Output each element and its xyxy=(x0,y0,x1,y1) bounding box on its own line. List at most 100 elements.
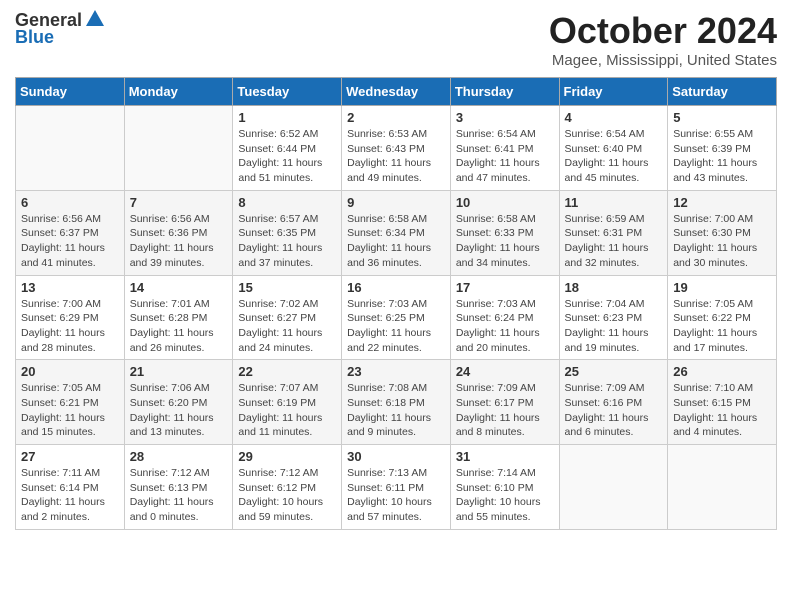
calendar-cell xyxy=(16,106,125,191)
day-number: 23 xyxy=(347,364,445,379)
day-info: Sunrise: 6:52 AMSunset: 6:44 PMDaylight:… xyxy=(238,127,336,186)
calendar-cell: 16 Sunrise: 7:03 AMSunset: 6:25 PMDayligh… xyxy=(342,275,451,360)
day-info: Sunrise: 6:55 AMSunset: 6:39 PMDaylight:… xyxy=(673,127,771,186)
day-info: Sunrise: 7:07 AMSunset: 6:19 PMDaylight:… xyxy=(238,381,336,440)
col-wednesday: Wednesday xyxy=(342,78,451,106)
day-info: Sunrise: 6:53 AMSunset: 6:43 PMDaylight:… xyxy=(347,127,445,186)
col-tuesday: Tuesday xyxy=(233,78,342,106)
day-number: 9 xyxy=(347,195,445,210)
calendar-cell: 30 Sunrise: 7:13 AMSunset: 6:11 PMDayligh… xyxy=(342,445,451,530)
calendar-table: Sunday Monday Tuesday Wednesday Thursday… xyxy=(15,77,777,530)
day-number: 12 xyxy=(673,195,771,210)
day-info: Sunrise: 7:04 AMSunset: 6:23 PMDaylight:… xyxy=(565,297,663,356)
day-number: 20 xyxy=(21,364,119,379)
calendar-cell: 20Sunrise: 7:05 AMSunset: 6:21 PMDayligh… xyxy=(16,360,125,445)
page-header: General Blue October 2024 Magee, Mississ… xyxy=(15,10,777,69)
calendar-week-5: 27 Sunrise: 7:11 AMSunset: 6:14 PMDayligh… xyxy=(16,445,777,530)
calendar-week-2: 6 Sunrise: 6:56 AMSunset: 6:37 PMDaylight… xyxy=(16,190,777,275)
day-number: 18 xyxy=(565,280,663,295)
calendar-cell: 17 Sunrise: 7:03 AMSunset: 6:24 PMDayligh… xyxy=(450,275,559,360)
calendar-cell: 19Sunrise: 7:05 AMSunset: 6:22 PMDayligh… xyxy=(668,275,777,360)
calendar-cell: 6 Sunrise: 6:56 AMSunset: 6:37 PMDaylight… xyxy=(16,190,125,275)
day-info: Sunrise: 7:09 AMSunset: 6:17 PMDaylight:… xyxy=(456,381,554,440)
day-number: 16 xyxy=(347,280,445,295)
day-info: Sunrise: 7:14 AMSunset: 6:10 PMDaylight:… xyxy=(456,466,554,525)
calendar-cell: 14 Sunrise: 7:01 AMSunset: 6:28 PMDayligh… xyxy=(124,275,233,360)
day-info: Sunrise: 7:08 AMSunset: 6:18 PMDaylight:… xyxy=(347,381,445,440)
day-number: 24 xyxy=(456,364,554,379)
day-number: 5 xyxy=(673,110,771,125)
calendar-cell: 15 Sunrise: 7:02 AMSunset: 6:27 PMDayligh… xyxy=(233,275,342,360)
calendar-cell: 2Sunrise: 6:53 AMSunset: 6:43 PMDaylight… xyxy=(342,106,451,191)
calendar-cell: 26 Sunrise: 7:10 AMSunset: 6:15 PMDayligh… xyxy=(668,360,777,445)
calendar-cell: 7 Sunrise: 6:56 AMSunset: 6:36 PMDaylight… xyxy=(124,190,233,275)
day-number: 1 xyxy=(238,110,336,125)
day-info: Sunrise: 6:58 AMSunset: 6:34 PMDaylight:… xyxy=(347,212,445,271)
calendar-cell: 3 Sunrise: 6:54 AMSunset: 6:41 PMDaylight… xyxy=(450,106,559,191)
day-number: 7 xyxy=(130,195,228,210)
calendar-cell: 29 Sunrise: 7:12 AMSunset: 6:12 PMDayligh… xyxy=(233,445,342,530)
calendar-cell: 31 Sunrise: 7:14 AMSunset: 6:10 PMDayligh… xyxy=(450,445,559,530)
day-info: Sunrise: 6:54 AMSunset: 6:41 PMDaylight:… xyxy=(456,127,554,186)
calendar-cell: 9 Sunrise: 6:58 AMSunset: 6:34 PMDaylight… xyxy=(342,190,451,275)
logo-blue-text: Blue xyxy=(15,27,54,48)
col-saturday: Saturday xyxy=(668,78,777,106)
day-info: Sunrise: 7:10 AMSunset: 6:15 PMDaylight:… xyxy=(673,381,771,440)
day-number: 3 xyxy=(456,110,554,125)
calendar-cell xyxy=(124,106,233,191)
day-info: Sunrise: 7:06 AMSunset: 6:20 PMDaylight:… xyxy=(130,381,228,440)
calendar-cell: 4 Sunrise: 6:54 AMSunset: 6:40 PMDaylight… xyxy=(559,106,668,191)
logo: General Blue xyxy=(15,10,106,48)
logo-icon xyxy=(84,8,106,30)
day-info: Sunrise: 6:57 AMSunset: 6:35 PMDaylight:… xyxy=(238,212,336,271)
day-info: Sunrise: 7:05 AMSunset: 6:22 PMDaylight:… xyxy=(673,297,771,356)
day-number: 27 xyxy=(21,449,119,464)
day-number: 14 xyxy=(130,280,228,295)
calendar-cell: 23 Sunrise: 7:08 AMSunset: 6:18 PMDayligh… xyxy=(342,360,451,445)
day-info: Sunrise: 7:00 AMSunset: 6:29 PMDaylight:… xyxy=(21,297,119,356)
calendar-cell: 27 Sunrise: 7:11 AMSunset: 6:14 PMDayligh… xyxy=(16,445,125,530)
calendar-cell: 13 Sunrise: 7:00 AMSunset: 6:29 PMDayligh… xyxy=(16,275,125,360)
day-number: 6 xyxy=(21,195,119,210)
day-info: Sunrise: 6:56 AMSunset: 6:36 PMDaylight:… xyxy=(130,212,228,271)
day-info: Sunrise: 6:59 AMSunset: 6:31 PMDaylight:… xyxy=(565,212,663,271)
day-info: Sunrise: 7:02 AMSunset: 6:27 PMDaylight:… xyxy=(238,297,336,356)
day-number: 17 xyxy=(456,280,554,295)
col-sunday: Sunday xyxy=(16,78,125,106)
day-number: 29 xyxy=(238,449,336,464)
day-info: Sunrise: 6:56 AMSunset: 6:37 PMDaylight:… xyxy=(21,212,119,271)
header-row: Sunday Monday Tuesday Wednesday Thursday… xyxy=(16,78,777,106)
day-number: 8 xyxy=(238,195,336,210)
day-info: Sunrise: 6:58 AMSunset: 6:33 PMDaylight:… xyxy=(456,212,554,271)
day-info: Sunrise: 7:12 AMSunset: 6:12 PMDaylight:… xyxy=(238,466,336,525)
calendar-cell: 11Sunrise: 6:59 AMSunset: 6:31 PMDayligh… xyxy=(559,190,668,275)
day-number: 28 xyxy=(130,449,228,464)
day-info: Sunrise: 7:11 AMSunset: 6:14 PMDaylight:… xyxy=(21,466,119,525)
day-info: Sunrise: 7:03 AMSunset: 6:24 PMDaylight:… xyxy=(456,297,554,356)
col-monday: Monday xyxy=(124,78,233,106)
calendar-cell: 5 Sunrise: 6:55 AMSunset: 6:39 PMDaylight… xyxy=(668,106,777,191)
day-number: 4 xyxy=(565,110,663,125)
day-number: 31 xyxy=(456,449,554,464)
month-title: October 2024 xyxy=(549,10,777,52)
day-info: Sunrise: 7:09 AMSunset: 6:16 PMDaylight:… xyxy=(565,381,663,440)
location-title: Magee, Mississippi, United States xyxy=(549,52,777,69)
day-number: 25 xyxy=(565,364,663,379)
day-number: 13 xyxy=(21,280,119,295)
day-info: Sunrise: 6:54 AMSunset: 6:40 PMDaylight:… xyxy=(565,127,663,186)
day-info: Sunrise: 7:12 AMSunset: 6:13 PMDaylight:… xyxy=(130,466,228,525)
calendar-cell: 24 Sunrise: 7:09 AMSunset: 6:17 PMDayligh… xyxy=(450,360,559,445)
day-info: Sunrise: 7:01 AMSunset: 6:28 PMDaylight:… xyxy=(130,297,228,356)
calendar-cell: 12Sunrise: 7:00 AMSunset: 6:30 PMDayligh… xyxy=(668,190,777,275)
day-info: Sunrise: 7:03 AMSunset: 6:25 PMDaylight:… xyxy=(347,297,445,356)
title-block: October 2024 Magee, Mississippi, United … xyxy=(549,10,777,69)
calendar-cell: 10 Sunrise: 6:58 AMSunset: 6:33 PMDayligh… xyxy=(450,190,559,275)
calendar-cell xyxy=(668,445,777,530)
day-number: 30 xyxy=(347,449,445,464)
col-thursday: Thursday xyxy=(450,78,559,106)
day-number: 10 xyxy=(456,195,554,210)
day-number: 21 xyxy=(130,364,228,379)
day-info: Sunrise: 7:13 AMSunset: 6:11 PMDaylight:… xyxy=(347,466,445,525)
day-number: 26 xyxy=(673,364,771,379)
day-number: 15 xyxy=(238,280,336,295)
